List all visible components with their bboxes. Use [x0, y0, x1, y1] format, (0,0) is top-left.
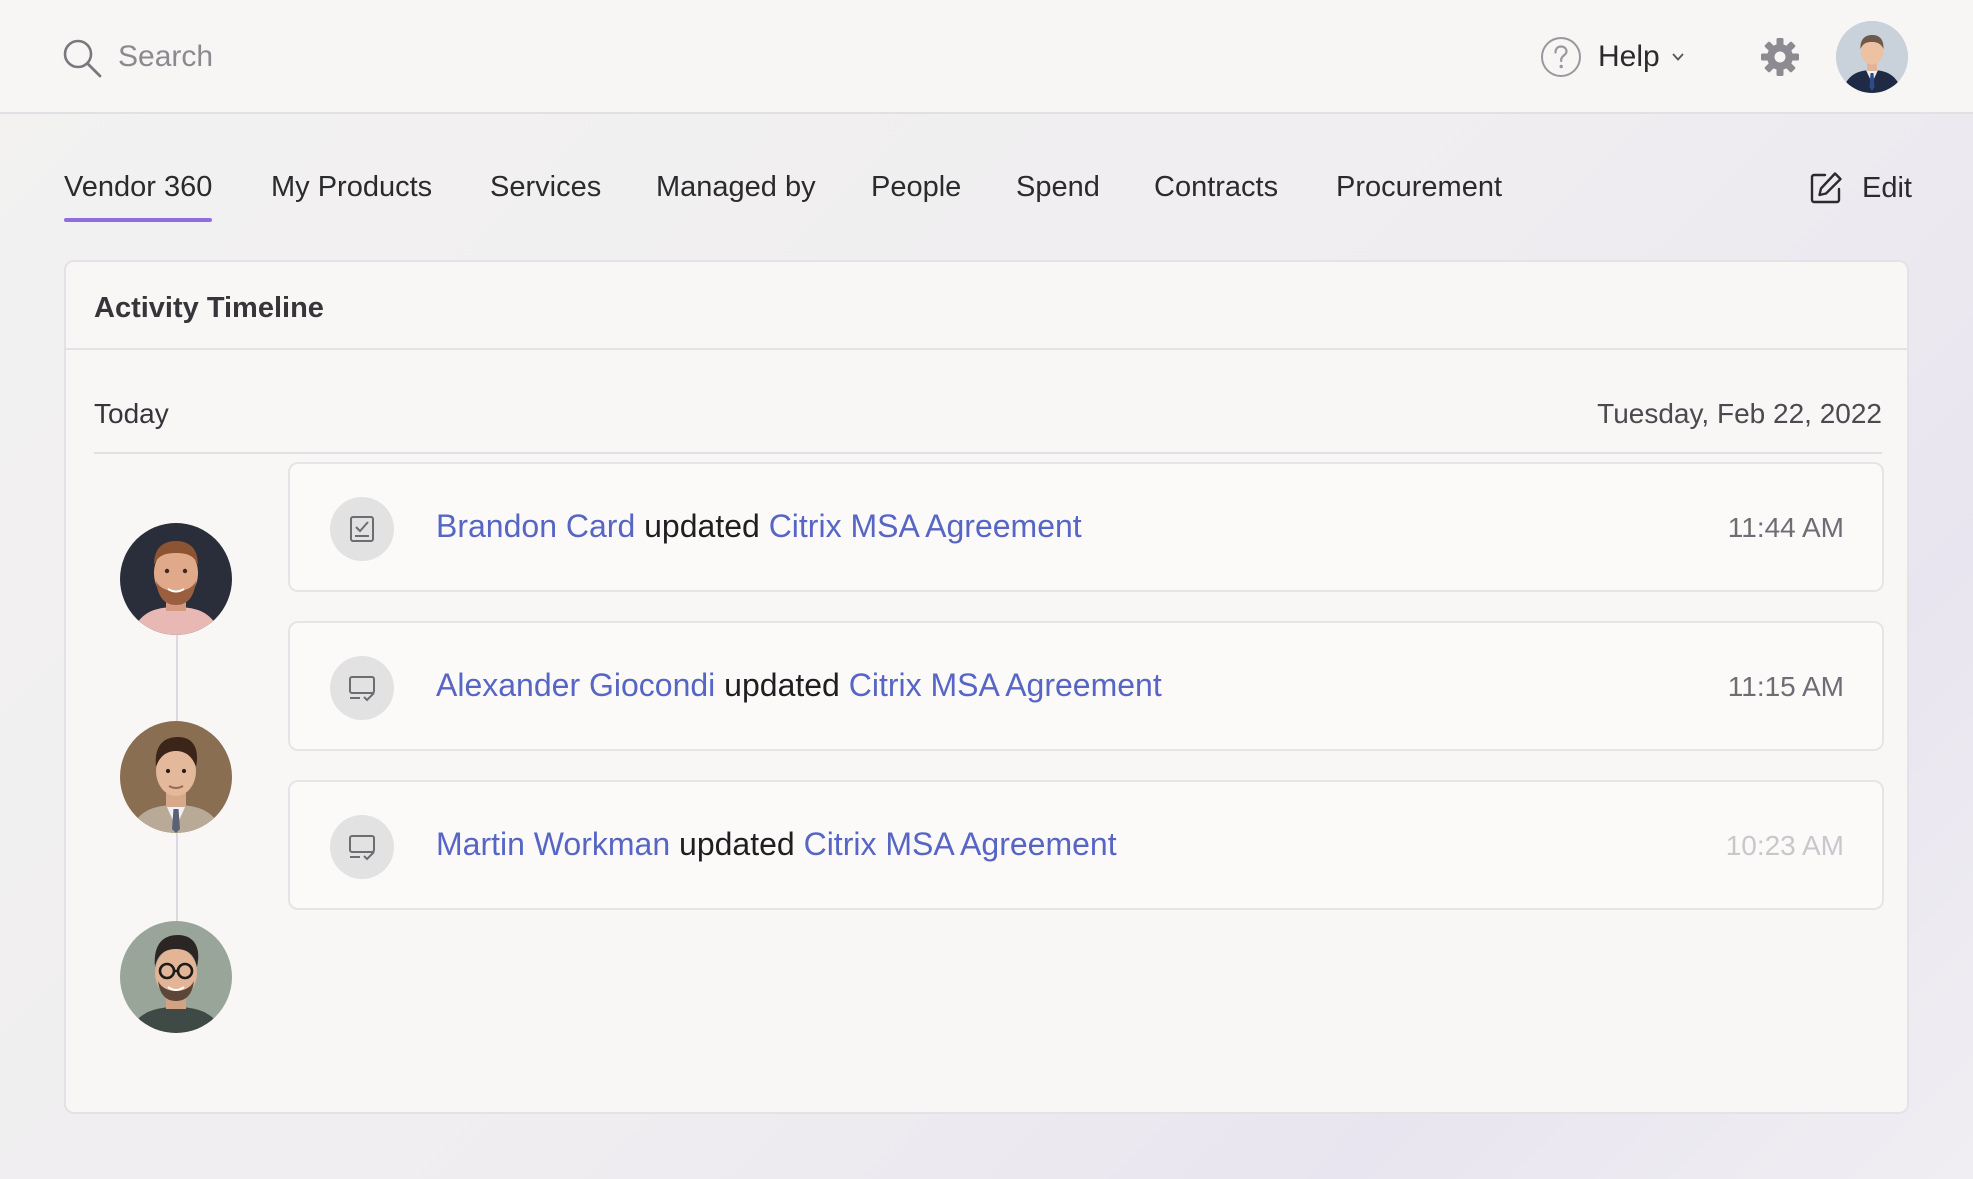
top-bar: Help: [0, 0, 1973, 114]
avatar-image: [120, 523, 232, 635]
activity-text: Brandon Card updated Citrix MSA Agreemen…: [436, 508, 1082, 545]
avatar-image: [120, 921, 232, 1033]
user-link[interactable]: Martin Workman: [436, 826, 670, 862]
user-avatar-image: [1836, 21, 1908, 93]
activity-entry[interactable]: Alexander Giocondi updated Citrix MSA Ag…: [288, 621, 1884, 751]
tab-my-products[interactable]: My Products: [271, 160, 432, 224]
screen-check-icon: [330, 815, 394, 879]
search-icon[interactable]: [60, 36, 104, 80]
activity-text: Alexander Giocondi updated Citrix MSA Ag…: [436, 667, 1162, 704]
app-window: Help: [0, 0, 1973, 1179]
activity-time: 11:44 AM: [1727, 512, 1844, 543]
tab-vendor-360[interactable]: Vendor 360: [64, 160, 213, 224]
tab-services[interactable]: Services: [490, 160, 601, 224]
day-header: Today Tuesday, Feb 22, 2022: [94, 398, 1882, 454]
help-label: Help: [1598, 40, 1660, 73]
avatar-martin-workman[interactable]: [120, 921, 232, 1033]
chevron-down-icon: [1672, 53, 1684, 61]
search-input[interactable]: [118, 34, 538, 80]
help-icon: [1541, 37, 1581, 77]
activity-text: Martin Workman updated Citrix MSA Agreem…: [436, 826, 1117, 863]
document-link[interactable]: Citrix MSA Agreement: [804, 826, 1117, 862]
user-avatar[interactable]: [1836, 21, 1908, 93]
day-date: Tuesday, Feb 22, 2022: [1597, 398, 1882, 429]
edit-icon: [1810, 172, 1842, 204]
avatar-alexander-giocondi[interactable]: [120, 721, 232, 833]
activity-entry[interactable]: Martin Workman updated Citrix MSA Agreem…: [288, 780, 1884, 910]
checklist-icon: [330, 497, 394, 561]
avatar-brandon-card[interactable]: [120, 523, 232, 635]
tab-spend[interactable]: Spend: [1016, 160, 1100, 224]
screen-check-icon: [330, 656, 394, 720]
user-link[interactable]: Brandon Card: [436, 508, 635, 544]
day-label: Today: [94, 398, 169, 429]
gear-icon[interactable]: [1758, 35, 1802, 79]
tab-procurement[interactable]: Procurement: [1336, 160, 1502, 224]
activity-time: 10:23 AM: [1725, 830, 1844, 861]
edit-button[interactable]: Edit: [1808, 166, 1912, 210]
tab-bar: Vendor 360 My Products Services Managed …: [0, 160, 1973, 224]
activity-verb: updated: [724, 667, 840, 703]
tab-managed-by[interactable]: Managed by: [656, 160, 816, 224]
user-link[interactable]: Alexander Giocondi: [436, 667, 715, 703]
activity-verb: updated: [679, 826, 795, 862]
help-menu[interactable]: Help: [1540, 34, 1686, 80]
activity-entry[interactable]: Brandon Card updated Citrix MSA Agreemen…: [288, 462, 1884, 592]
card-title: Activity Timeline: [94, 292, 324, 324]
avatar-image: [120, 721, 232, 833]
edit-label: Edit: [1862, 171, 1912, 204]
tab-people[interactable]: People: [871, 160, 961, 224]
activity-time: 11:15 AM: [1727, 671, 1844, 702]
tab-contracts[interactable]: Contracts: [1154, 160, 1278, 224]
card-header: Activity Timeline: [66, 262, 1907, 350]
document-link[interactable]: Citrix MSA Agreement: [769, 508, 1082, 544]
activity-timeline-card: Activity Timeline Today Tuesday, Feb 22,…: [64, 260, 1909, 1114]
activity-verb: updated: [644, 508, 760, 544]
document-link[interactable]: Citrix MSA Agreement: [849, 667, 1162, 703]
